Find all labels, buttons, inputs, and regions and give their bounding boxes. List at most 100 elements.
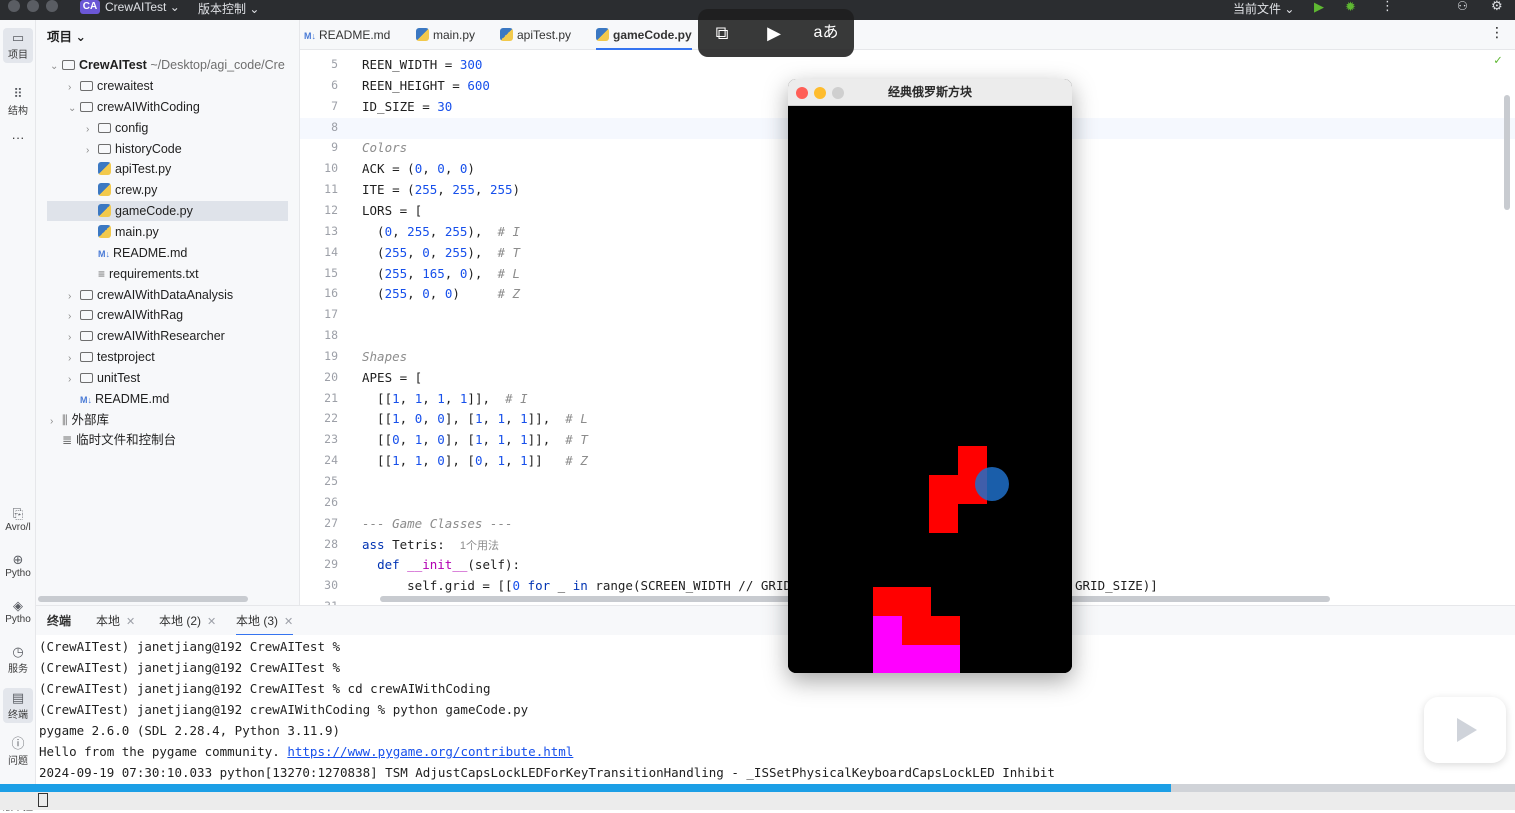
close-window-button[interactable]	[796, 87, 808, 99]
tab-label: 本地 (3)	[236, 614, 279, 628]
screen-record-icon[interactable]: ▶	[760, 19, 788, 47]
tree-item[interactable]: apiTest.py	[86, 159, 171, 179]
chevron-right-icon[interactable]: ›	[68, 78, 80, 98]
close-icon[interactable]: ✕	[126, 616, 135, 628]
code-line: ID_SIZE = 30	[362, 98, 453, 114]
video-play-badge[interactable]	[1424, 697, 1506, 763]
close-window-button[interactable]	[8, 0, 20, 12]
tree-item-label: main.py	[115, 224, 159, 239]
tree-item-label: crewAIWithRag	[97, 308, 184, 323]
tree-item[interactable]: M↓ README.md	[68, 389, 169, 409]
toolwindow-structure-button[interactable]: ⠿ 结构	[0, 86, 36, 117]
more-actions-icon[interactable]: ⋮	[1490, 24, 1504, 41]
code-line: [[0, 1, 0], [1, 1, 1]], # T	[362, 432, 588, 448]
structure-icon: ⠿	[13, 86, 23, 101]
tree-item[interactable]: › ⫼ 外部库	[50, 410, 109, 430]
terminal-title-label: 终端	[47, 614, 72, 628]
code-line: (255, 0, 0) # Z	[362, 286, 521, 302]
add-user-icon[interactable]: ⚇	[1457, 0, 1468, 13]
chevron-right-icon[interactable]: ›	[68, 349, 80, 369]
chevron-right-icon[interactable]: ›	[50, 412, 62, 432]
code-line: Shapes	[362, 348, 408, 364]
project-tool-window: 项目 ⌄ ⌄ CrewAITest ~/Desktop/agi_code/Cre …	[36, 20, 300, 605]
tree-item[interactable]: ≡ requirements.txt	[86, 264, 199, 284]
run-config-selector[interactable]: 当前文件 ⌄	[1233, 0, 1294, 17]
toolwindow-python-packages-button[interactable]: ◈ Pytho	[0, 598, 36, 625]
minimize-window-button[interactable]	[27, 0, 39, 12]
editor-vertical-scrollbar[interactable]	[1504, 95, 1510, 210]
line-number: 28	[324, 536, 338, 551]
folder-icon	[80, 352, 93, 363]
more-tools-button[interactable]: ···	[0, 130, 36, 145]
tree-item[interactable]: › config	[86, 118, 148, 138]
tree-item[interactable]: › crewaitest	[68, 76, 153, 96]
tree-item[interactable]: ≣ 临时文件和控制台	[50, 430, 176, 450]
toolwindow-problems-button[interactable]: ⓘ 问题	[0, 736, 36, 767]
toolwindow-terminal-button[interactable]: ▤ 终端	[3, 688, 33, 723]
debug-icon[interactable]: ✹	[1345, 0, 1356, 15]
tree-item-label: 临时文件和控制台	[76, 433, 177, 448]
tree-item[interactable]: › testproject	[68, 347, 155, 367]
code-line: LORS = [	[362, 202, 423, 218]
zoom-window-button[interactable]	[46, 0, 58, 12]
chevron-right-icon[interactable]: ›	[68, 328, 80, 348]
chevron-right-icon[interactable]: ›	[68, 307, 80, 327]
root-name: CrewAITest	[79, 58, 147, 72]
tree-item[interactable]: › crewAIWithResearcher	[68, 326, 225, 346]
vcs-menu[interactable]: 版本控制 ⌄	[198, 0, 259, 17]
code-line: Colors	[362, 140, 408, 156]
landed-block	[902, 645, 931, 673]
tree-item[interactable]: ⌄ crewAIWithCoding	[68, 97, 200, 117]
more-actions-icon[interactable]: ⋮	[1381, 0, 1394, 14]
pygame-contribute-link[interactable]: https://www.pygame.org/contribute.html	[287, 744, 573, 759]
pip-exit-icon[interactable]: ⧉	[708, 19, 736, 47]
terminal-output[interactable]: (CrewAITest) janetjiang@192 CrewAITest %…	[36, 635, 1515, 785]
toolwindow-label: Pytho	[5, 568, 31, 579]
tab-main[interactable]: main.py	[416, 20, 475, 50]
tree-item[interactable]: › crewAIWithDataAnalysis	[68, 285, 233, 305]
tree-item-label: testproject	[97, 350, 155, 365]
translate-icon[interactable]: aあ	[812, 19, 840, 47]
line-number: 19	[324, 348, 338, 363]
chevron-right-icon[interactable]: ›	[86, 120, 98, 140]
tab-readme[interactable]: M↓ README.md	[304, 20, 390, 50]
video-progress-bar[interactable]	[0, 784, 1515, 792]
tab-gamecode[interactable]: gameCode.py	[596, 20, 692, 50]
toolwindow-avro-button[interactable]: ⎘ Avro/l	[0, 506, 36, 533]
run-icon[interactable]: ▶	[1314, 0, 1324, 15]
chevron-right-icon[interactable]: ›	[86, 141, 98, 161]
tree-item[interactable]: crew.py	[86, 180, 157, 200]
tree-root[interactable]: ⌄ CrewAITest ~/Desktop/agi_code/Cre	[50, 55, 285, 75]
tree-item[interactable]: › unitTest	[68, 368, 140, 388]
settings-icon[interactable]: ⚙	[1491, 0, 1503, 14]
zoom-window-button[interactable]	[832, 87, 844, 99]
chevron-right-icon[interactable]: ›	[68, 370, 80, 390]
landed-block	[873, 616, 902, 645]
toolwindow-project-button[interactable]: ▭ 项目	[3, 28, 33, 63]
tab-apitest[interactable]: apiTest.py	[500, 20, 571, 50]
tree-item[interactable]: › crewAIWithRag	[68, 305, 183, 325]
project-view-selector[interactable]: 项目 ⌄	[47, 26, 86, 45]
terminal-tab-local[interactable]: 本地 ✕	[96, 606, 135, 636]
tree-item[interactable]: main.py	[86, 222, 159, 242]
tetris-game-window[interactable]: 经典俄罗斯方块	[788, 79, 1072, 673]
tool-window-strip: ▭ 项目 ⠿ 结构 ··· ⎘ Avro/l ⊕ Pytho ◈ Pytho ◷…	[0, 20, 36, 813]
tree-item[interactable]: M↓ README.md	[86, 243, 187, 263]
terminal-title: 终端	[47, 606, 71, 636]
tree-item[interactable]: gameCode.py	[47, 201, 288, 222]
chevron-down-icon[interactable]: ⌄	[68, 99, 80, 119]
terminal-tab-local-3[interactable]: 本地 (3) ✕	[236, 606, 294, 636]
code-line: [[1, 0, 0], [1, 1, 1]], # L	[362, 411, 588, 427]
project-scrollbar[interactable]	[38, 596, 248, 602]
chevron-right-icon[interactable]: ›	[68, 287, 80, 307]
tree-item[interactable]: › historyCode	[86, 139, 182, 159]
toolwindow-python-console-button[interactable]: ⊕ Pytho	[0, 552, 36, 579]
services-icon: ◷	[12, 644, 24, 659]
minimize-window-button[interactable]	[814, 87, 826, 99]
terminal-tab-local-2[interactable]: 本地 (2) ✕	[159, 606, 216, 636]
toolwindow-services-button[interactable]: ◷ 服务	[0, 644, 36, 675]
close-icon[interactable]: ✕	[284, 616, 293, 628]
project-switcher[interactable]: CrewAITest ⌄	[105, 0, 180, 14]
line-number: 25	[324, 474, 338, 488]
close-icon[interactable]: ✕	[207, 616, 216, 628]
